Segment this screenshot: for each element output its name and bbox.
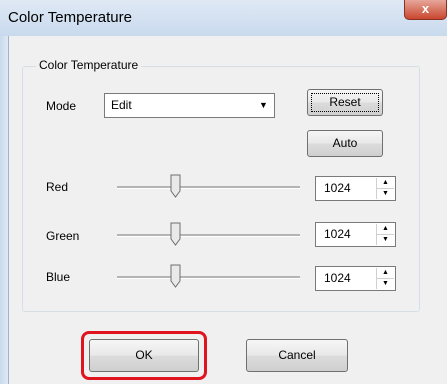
title-bar: Color Temperature xyxy=(0,0,447,36)
red-label: Red xyxy=(46,180,69,194)
cancel-button-label: Cancel xyxy=(278,348,316,362)
ok-button-highlight xyxy=(81,331,207,380)
blue-value-spinner[interactable]: 1024 ▲ ▼ xyxy=(315,266,396,291)
blue-spin-buttons: ▲ ▼ xyxy=(376,268,394,289)
red-value-spinner[interactable]: 1024 ▲ ▼ xyxy=(315,176,396,201)
blue-label: Blue xyxy=(46,270,71,284)
group-caption: Color Temperature xyxy=(36,58,142,72)
focus-rect xyxy=(311,93,379,112)
cancel-button[interactable]: Cancel xyxy=(246,339,348,372)
arrow-up-icon[interactable]: ▲ xyxy=(377,224,394,234)
arrow-down-icon[interactable]: ▼ xyxy=(377,188,394,199)
mode-select[interactable]: Edit ▼ xyxy=(104,93,275,118)
red-slider-track[interactable] xyxy=(117,186,300,189)
auto-button-label: Auto xyxy=(332,136,358,150)
blue-slider-thumb[interactable] xyxy=(170,264,181,288)
green-value[interactable]: 1024 xyxy=(324,227,351,241)
green-slider-track[interactable] xyxy=(117,234,300,237)
blue-value[interactable]: 1024 xyxy=(324,271,351,285)
red-slider-thumb[interactable] xyxy=(170,174,181,198)
mode-selected-value: Edit xyxy=(111,98,132,112)
chevron-down-icon[interactable]: ▼ xyxy=(255,96,272,115)
window-title: Color Temperature xyxy=(8,9,132,26)
green-value-spinner[interactable]: 1024 ▲ ▼ xyxy=(315,222,396,247)
arrow-down-icon[interactable]: ▼ xyxy=(377,234,394,245)
arrow-up-icon[interactable]: ▲ xyxy=(377,178,394,188)
red-value[interactable]: 1024 xyxy=(324,181,351,195)
arrow-up-icon[interactable]: ▲ xyxy=(377,268,394,278)
arrow-down-icon[interactable]: ▼ xyxy=(377,278,394,289)
green-spin-buttons: ▲ ▼ xyxy=(376,224,394,245)
auto-button[interactable]: Auto xyxy=(307,130,383,157)
close-icon: x xyxy=(421,1,430,16)
blue-slider-track[interactable] xyxy=(117,276,300,279)
close-button[interactable]: x xyxy=(404,0,447,20)
green-slider-thumb[interactable] xyxy=(170,222,181,246)
red-spin-buttons: ▲ ▼ xyxy=(376,178,394,199)
reset-button[interactable]: Reset xyxy=(307,89,383,116)
mode-label: Mode xyxy=(46,99,77,113)
green-label: Green xyxy=(46,229,80,243)
window-frame xyxy=(0,36,8,384)
